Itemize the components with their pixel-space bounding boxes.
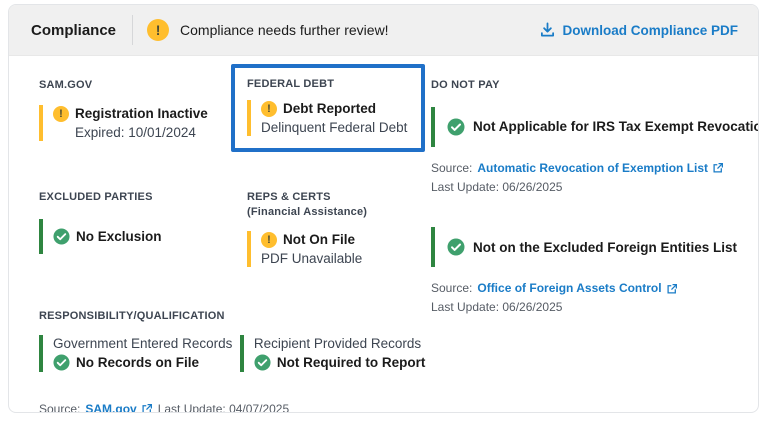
left-pane: SAM.GOV ! Registration Inactive Expired:… <box>9 56 415 413</box>
section-label: EXCLUDED PARTIES <box>39 190 231 205</box>
warning-icon: ! <box>261 101 277 117</box>
check-icon <box>447 238 465 256</box>
recipient-provided-records-block: Recipient Provided Records Not Required … <box>240 335 426 372</box>
check-icon <box>254 354 271 371</box>
check-icon <box>447 118 465 136</box>
federal-debt-highlight-box[interactable]: FEDERAL DEBT ! Debt Reported Delinquent … <box>231 64 425 152</box>
automatic-revocation-link[interactable]: Automatic Revocation of Exemption List <box>477 159 724 178</box>
sam-gov-source-link[interactable]: SAM.gov <box>85 402 152 413</box>
section-sublabel: (Financial Assistance) <box>247 205 425 220</box>
download-compliance-pdf-link[interactable]: Download Compliance PDF <box>540 22 738 38</box>
check-icon <box>53 354 70 371</box>
federal-debt-status-block: ! Debt Reported Delinquent Federal Debt <box>247 100 407 136</box>
excluded-parties-section: EXCLUDED PARTIES No Exclusion <box>39 190 231 267</box>
sam-gov-section: SAM.GOV ! Registration Inactive Expired:… <box>39 64 231 152</box>
sam-source-line: Source: SAM.gov Last Update: 04/07/2025 <box>39 402 415 413</box>
section-label: REPS & CERTS <box>247 190 425 205</box>
section-label: RESPONSIBILITY/QUALIFICATION <box>39 309 425 324</box>
federal-debt-section[interactable]: FEDERAL DEBT ! Debt Reported Delinquent … <box>231 64 425 152</box>
card-header: Compliance ! Compliance needs further re… <box>9 5 758 56</box>
warning-icon: ! <box>53 106 69 122</box>
alert-message: Compliance needs further review! <box>180 22 389 38</box>
ofac-link[interactable]: Office of Foreign Assets Control <box>477 279 677 298</box>
excluded-parties-status-block: No Exclusion <box>39 219 231 254</box>
external-link-icon <box>141 403 153 413</box>
page-title: Compliance <box>31 22 116 39</box>
download-icon <box>540 22 555 38</box>
check-icon <box>53 228 70 245</box>
warning-icon: ! <box>147 19 169 41</box>
compliance-card: Compliance ! Compliance needs further re… <box>8 4 759 413</box>
do-not-pay-section: DO NOT PAY Not Applicable for IRS Tax Ex… <box>415 56 759 413</box>
external-link-icon <box>712 162 724 174</box>
government-entered-records-block: Government Entered Records No Records on… <box>39 335 240 372</box>
responsibility-section: RESPONSIBILITY/QUALIFICATION Government … <box>39 309 425 373</box>
irs-revocation-status-block: Not Applicable for IRS Tax Exempt Revoca… <box>431 107 759 147</box>
irs-revocation-source: Source: Automatic Revocation of Exemptio… <box>431 159 759 197</box>
reps-certs-status-block: ! Not On File PDF Unavailable <box>247 231 425 267</box>
external-link-icon <box>666 283 678 295</box>
foreign-entities-source: Source: Office of Foreign Assets Control… <box>431 279 759 317</box>
reps-certs-section: REPS & CERTS (Financial Assistance) ! No… <box>231 190 425 267</box>
foreign-entities-status-block: Not on the Excluded Foreign Entities Lis… <box>431 227 759 267</box>
section-label: FEDERAL DEBT <box>247 77 407 92</box>
section-label: SAM.GOV <box>39 78 231 93</box>
header-divider <box>132 15 133 45</box>
warning-icon: ! <box>261 232 277 248</box>
section-label: DO NOT PAY <box>431 78 759 93</box>
sam-gov-status-block: ! Registration Inactive Expired: 10/01/2… <box>39 105 231 141</box>
